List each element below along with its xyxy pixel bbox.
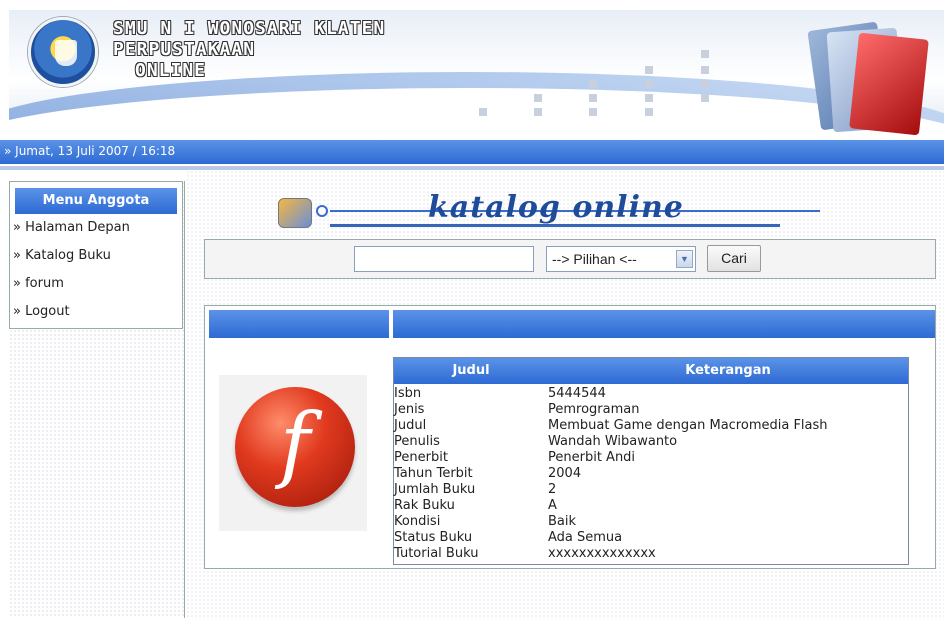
row-value: 5444544 [548, 386, 606, 401]
decor-square [589, 108, 597, 116]
member-menu-title: Menu Anggota [15, 188, 177, 214]
table-row: Kondisi Baik [394, 514, 908, 530]
site-title-line-1: SMU N I WONOSARI KLATEN [113, 18, 386, 39]
row-value: Wandah Wibawanto [548, 434, 678, 449]
search-input[interactable] [354, 246, 534, 272]
row-label: Jumlah Buku [394, 482, 476, 497]
decor-square [701, 94, 709, 102]
decor-square [645, 66, 653, 74]
sidebar-item-halaman-depan[interactable]: » Halaman Depan [10, 217, 182, 245]
site-title-line-3: ONLINE [135, 60, 207, 81]
flash-logo-icon: f [235, 387, 355, 507]
katalog-banner: katalog online [278, 190, 848, 236]
column-header-keterangan: Keterangan [685, 363, 771, 378]
page-title: katalog online [428, 190, 684, 225]
row-value: Penerbit Andi [548, 450, 636, 465]
main-content: katalog online --> Pilihan <-- ▼ Cari f … [186, 170, 944, 618]
row-label: Penulis [394, 434, 440, 449]
row-value: 2 [548, 482, 557, 497]
table-row: Jenis Pemrograman [394, 402, 908, 418]
row-label: Penerbit [394, 450, 448, 465]
row-label: Tahun Terbit [394, 466, 473, 481]
table-row: Judul Membuat Game dengan Macromedia Flas… [394, 418, 908, 434]
search-category-value: --> Pilihan <-- [552, 251, 637, 267]
row-value: Ada Semua [548, 530, 623, 545]
table-row: Jumlah Buku 2 [394, 482, 908, 498]
sidebar-item-katalog-buku[interactable]: » Katalog Buku [10, 245, 182, 273]
row-label: Kondisi [394, 514, 441, 529]
current-date-time: » Jumat, 13 Juli 2007 / 16:18 [4, 144, 176, 158]
chevron-down-icon[interactable]: ▼ [676, 250, 693, 268]
book-detail-panel: f Judul Keterangan Isbn 5444544 Jenis Pemro… [204, 305, 936, 569]
books-icon [796, 16, 936, 136]
row-value: Baik [548, 514, 577, 529]
row-label: Tutorial Buku [394, 546, 479, 561]
decor-square [589, 80, 597, 88]
decor-square [645, 108, 653, 116]
table-row: Tutorial Buku xxxxxxxxxxxxxx [394, 546, 908, 562]
book-cover-image: f [219, 375, 367, 531]
row-label: Status Buku [394, 530, 473, 545]
table-row: Rak Buku A [394, 498, 908, 514]
search-button[interactable]: Cari [707, 245, 761, 272]
row-label: Judul [394, 418, 427, 433]
search-category-select[interactable]: --> Pilihan <-- ▼ [546, 246, 696, 272]
decor-square [589, 94, 597, 102]
decor-square [479, 108, 487, 116]
row-label: Rak Buku [394, 498, 455, 513]
flash-logo-letter: f [279, 397, 311, 492]
sidebar: Menu Anggota » Halaman Depan » Katalog B… [9, 181, 185, 618]
sidebar-item-logout[interactable]: » Logout [10, 301, 182, 329]
catalog-books-icon [278, 198, 312, 228]
site-header: SMU N I WONOSARI KLATEN PERPUSTAKAAN ONL… [9, 10, 944, 138]
decor-square [701, 80, 709, 88]
table-row: Penulis Wandah Wibawanto [394, 434, 908, 450]
search-bar: --> Pilihan <-- ▼ Cari [204, 239, 936, 279]
table-row: Status Buku Ada Semua [394, 530, 908, 546]
row-value: Pemrograman [548, 402, 640, 417]
date-bar: » Jumat, 13 Juli 2007 / 16:18 [0, 140, 944, 164]
table-row: Isbn 5444544 [394, 386, 908, 402]
decor-square [534, 108, 542, 116]
member-menu: Menu Anggota » Halaman Depan » Katalog B… [9, 181, 183, 329]
row-value: 2004 [548, 466, 582, 481]
row-label: Jenis [394, 402, 425, 417]
row-value: Membuat Game dengan Macromedia Flash [548, 418, 828, 433]
decor-square [701, 50, 709, 58]
decor-square [534, 94, 542, 102]
site-title-line-2: PERPUSTAKAAN [113, 39, 256, 60]
row-value: A [548, 498, 557, 513]
row-value: xxxxxxxxxxxxxx [548, 546, 656, 561]
sidebar-item-forum[interactable]: » forum [10, 273, 182, 301]
banner-dot [316, 205, 328, 217]
panel-header-right [393, 310, 935, 338]
school-logo-icon [28, 17, 98, 87]
decor-square [645, 80, 653, 88]
site-title: SMU N I WONOSARI KLATEN PERPUSTAKAAN ONL… [113, 18, 385, 81]
row-label: Isbn [394, 386, 422, 401]
column-header-judul: Judul [452, 363, 490, 378]
table-header: Judul Keterangan [394, 358, 908, 384]
panel-header-left [209, 310, 389, 338]
decor-square [701, 66, 709, 74]
table-row: Penerbit Penerbit Andi [394, 450, 908, 466]
decor-square [645, 94, 653, 102]
book-detail-table: Judul Keterangan Isbn 5444544 Jenis Pemrogr… [393, 357, 909, 565]
table-row: Tahun Terbit 2004 [394, 466, 908, 482]
